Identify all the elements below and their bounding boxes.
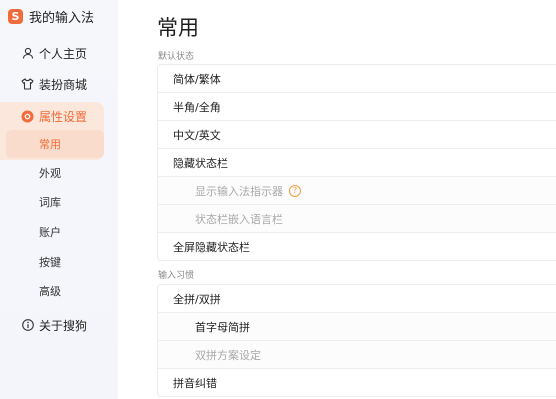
sub-item-advanced[interactable]: 高级 xyxy=(39,277,61,305)
setting-row-show-ime-indicator[interactable]: 显示输入法指示器 ? xyxy=(158,177,556,205)
setting-row-embed-language-bar[interactable]: 状态栏嵌入语言栏 xyxy=(158,205,556,233)
setting-row-fullscreen-hide-status-bar[interactable]: 全屏隐藏状态栏 xyxy=(158,233,556,260)
setting-row-pinyin-correction[interactable]: 拼音纠错 xyxy=(158,369,556,396)
setting-row-simplified-traditional[interactable]: 简体/繁体 xyxy=(158,65,556,93)
setting-label: 状态栏嵌入语言栏 xyxy=(195,212,283,226)
setting-label: 简体/繁体 xyxy=(173,72,221,86)
sidebar: S 我的输入法 个人主页 装扮商城 属性设置 常用 外观 词库 账户 按键 高级… xyxy=(0,0,118,399)
setting-label: 中文/英文 xyxy=(173,128,221,142)
setting-label: 全屏隐藏状态栏 xyxy=(173,240,250,254)
section-label-default-state: 默认状态 xyxy=(158,52,195,62)
sidebar-item-label: 关于搜狗 xyxy=(39,318,88,333)
setting-row-initial-abbreviation[interactable]: 首字母简拼 xyxy=(158,313,556,341)
app-title: 我的输入法 xyxy=(29,10,95,26)
sogou-logo-icon: S xyxy=(8,8,23,24)
info-icon xyxy=(21,319,34,332)
setting-row-full-double-pinyin[interactable]: 全拼/双拼 xyxy=(158,285,556,313)
setting-row-double-pinyin-scheme[interactable]: 双拼方案设定 xyxy=(158,341,556,369)
sub-item-keys[interactable]: 按键 xyxy=(39,248,61,276)
setting-row-half-full-width[interactable]: 半角/全角 xyxy=(158,93,556,121)
sidebar-item-skin-store[interactable]: 装扮商城 xyxy=(0,71,118,97)
sub-item-appearance[interactable]: 外观 xyxy=(39,159,61,187)
settings-group-input-habits: 全拼/双拼 首字母简拼 双拼方案设定 拼音纠错 xyxy=(157,284,556,397)
user-icon xyxy=(21,47,34,60)
setting-label: 半角/全角 xyxy=(173,100,221,114)
section-label-input-habits: 输入习惯 xyxy=(158,271,195,281)
setting-label: 拼音纠错 xyxy=(173,376,217,390)
setting-label: 显示输入法指示器 xyxy=(195,184,283,198)
sidebar-item-about[interactable]: 关于搜狗 xyxy=(0,312,118,338)
sub-item-common[interactable]: 常用 xyxy=(39,130,61,158)
settings-icon xyxy=(21,110,34,123)
setting-label: 全拼/双拼 xyxy=(173,292,221,306)
setting-label: 隐藏状态栏 xyxy=(173,156,228,170)
settings-group-default-state: 简体/繁体 半角/全角 中文/英文 隐藏状态栏 显示输入法指示器 ? 状态栏嵌入… xyxy=(157,64,556,261)
sidebar-item-label: 属性设置 xyxy=(39,109,88,124)
main-content: 常用 默认状态 简体/繁体 半角/全角 中文/英文 隐藏状态栏 显示输入法指示器… xyxy=(118,0,556,399)
sidebar-item-profile[interactable]: 个人主页 xyxy=(0,40,118,66)
setting-row-chinese-english[interactable]: 中文/英文 xyxy=(158,121,556,149)
sub-item-account[interactable]: 账户 xyxy=(39,218,61,246)
sidebar-item-label: 装扮商城 xyxy=(39,77,88,92)
setting-label: 首字母简拼 xyxy=(195,320,250,334)
shirt-icon xyxy=(21,78,34,91)
setting-label: 双拼方案设定 xyxy=(195,348,261,362)
sub-item-dictionary[interactable]: 词库 xyxy=(39,188,61,216)
sidebar-item-settings[interactable]: 属性设置 xyxy=(0,103,118,129)
page-title: 常用 xyxy=(157,16,199,40)
setting-row-hide-status-bar[interactable]: 隐藏状态栏 xyxy=(158,149,556,177)
help-icon[interactable]: ? xyxy=(289,184,301,197)
app-brand: S 我的输入法 xyxy=(8,7,95,26)
sidebar-item-label: 个人主页 xyxy=(39,46,88,61)
